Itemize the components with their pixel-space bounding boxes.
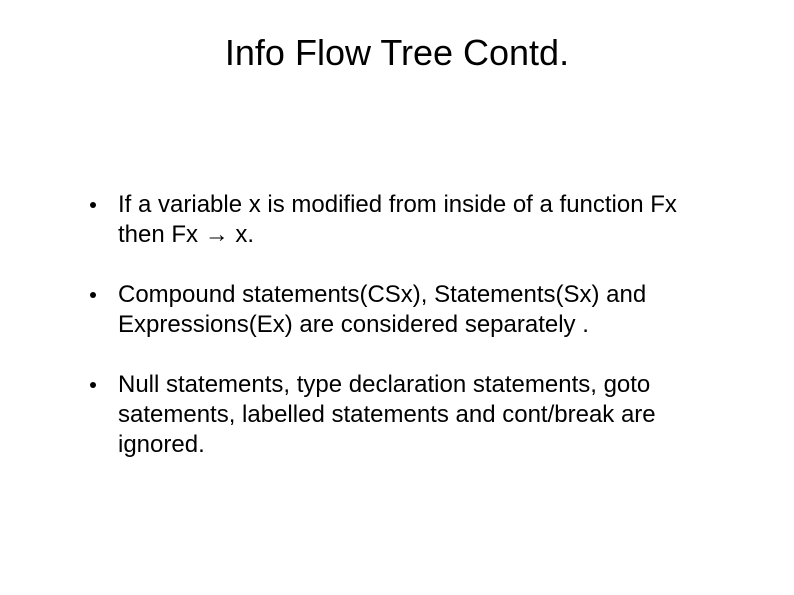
slide-content: If a variable x is modified from inside … xyxy=(90,190,724,490)
bullet-text: If a variable x is modified from inside … xyxy=(118,191,677,248)
slide: Info Flow Tree Contd. If a variable x is… xyxy=(0,0,794,595)
list-item: Compound statements(CSx), Statements(Sx)… xyxy=(90,280,724,340)
list-item: Null statements, type declaration statem… xyxy=(90,370,724,460)
slide-title: Info Flow Tree Contd. xyxy=(0,32,794,74)
bullet-text: Null statements, type declaration statem… xyxy=(118,371,656,458)
list-item: If a variable x is modified from inside … xyxy=(90,190,724,250)
bullet-text: Compound statements(CSx), Statements(Sx)… xyxy=(118,281,646,338)
bullet-list: If a variable x is modified from inside … xyxy=(90,190,724,460)
